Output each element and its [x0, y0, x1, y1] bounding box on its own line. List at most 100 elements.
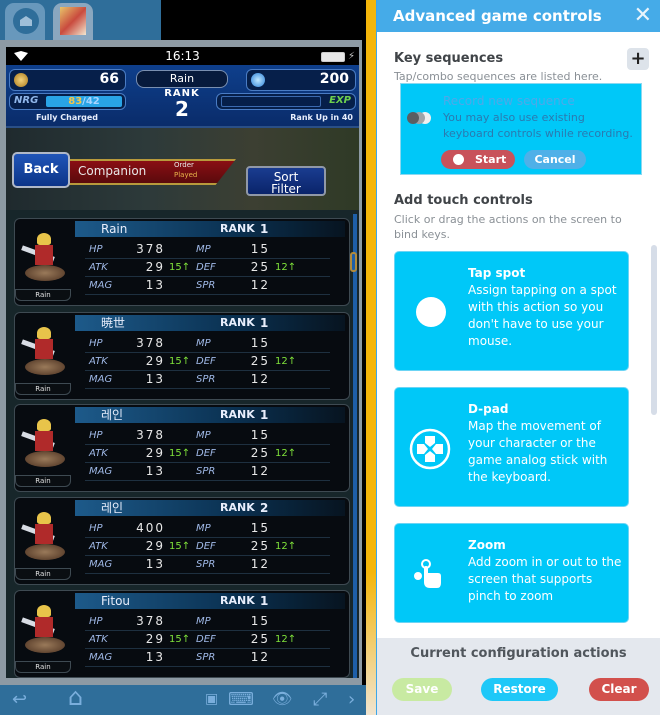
unit-name-plate: Rain	[15, 475, 71, 487]
page-title: Companion	[78, 164, 147, 178]
stat-row: MAG 13 SPR 12	[85, 649, 330, 667]
stat-label-mag: MAG	[89, 374, 113, 385]
stat-spr: 12	[250, 650, 270, 664]
dpad-control[interactable]: D-pad Map the movement of your character…	[394, 387, 629, 507]
stat-label-mag: MAG	[89, 559, 113, 570]
up-arrow-icon: ↑	[181, 356, 191, 367]
stat-label-mp: MP	[196, 338, 211, 349]
tap-spot-description: Assign tapping on a spot with this actio…	[468, 283, 617, 348]
save-button[interactable]: Save	[392, 678, 452, 701]
scroll-thumb[interactable]	[350, 252, 357, 272]
tab-game[interactable]	[53, 3, 93, 40]
stat-label-hp: HP	[89, 430, 103, 441]
add-sequence-button[interactable]: +	[627, 48, 649, 70]
toggle-control-icon[interactable]: ▣	[205, 691, 218, 707]
stat-def: 25	[250, 632, 270, 646]
stat-def: 25	[250, 446, 270, 460]
nrg-status: Fully Charged	[36, 113, 99, 122]
stat-row: HP 400 MP 15	[85, 520, 330, 538]
list-scrollbar[interactable]	[350, 214, 357, 678]
stat-def: 25	[250, 539, 270, 553]
stat-row: ATK 29 DEF 25 15↑ 12↑	[85, 538, 330, 556]
atk-bonus: 15↑	[169, 356, 191, 367]
rank-label: RANK	[220, 316, 255, 329]
up-arrow-icon: ↑	[181, 634, 191, 645]
tap-spot-control[interactable]: Tap spot Assign tapping on a spot with t…	[394, 251, 629, 371]
tab-home[interactable]	[5, 3, 45, 40]
stat-label-spr: SPR	[196, 559, 216, 570]
lapis-gem-icon	[251, 73, 265, 87]
def-bonus: 12↑	[275, 356, 297, 367]
gem-value: 200	[319, 71, 349, 87]
stat-label-mag: MAG	[89, 652, 113, 663]
stat-label-def: DEF	[196, 262, 216, 273]
energy-bar: 83/42	[46, 96, 122, 107]
up-arrow-icon: ↑	[287, 448, 297, 459]
sort-filter-button[interactable]: Sort Filter	[246, 166, 326, 196]
atk-bonus: 15↑	[169, 448, 191, 459]
companion-name-bar: 레인 RANK 2	[75, 500, 345, 516]
close-icon[interactable]: ✕	[634, 0, 652, 32]
stat-label-atk: ATK	[89, 262, 108, 273]
android-nav-bar: ↩ ⌂ ▣ ⌨ 👁 ⤢ ›	[0, 683, 366, 715]
stat-label-spr: SPR	[196, 466, 216, 477]
stat-atk: 29	[145, 260, 165, 274]
companion-card[interactable]: Rain 레인 RANK 1 HP 378 MP 15 ATK 29 DEF 25 15↑ 12↑ MAG 1…	[14, 404, 350, 492]
restore-button[interactable]: Restore	[481, 678, 558, 701]
stat-row: MAG 13 SPR 12	[85, 463, 330, 481]
back-nav-icon[interactable]: ↩	[12, 689, 27, 710]
keyboard-icon[interactable]: ⌨	[228, 689, 254, 710]
companion-list[interactable]: Rain Rain RANK 1 HP 378 MP 15 ATK 29 DEF 25 15↑ 12↑ MA…	[6, 210, 359, 678]
configuration-footer: Current configuration actions Save Resto…	[377, 638, 660, 715]
companion-card[interactable]: Rain 레인 RANK 2 HP 400 MP 15 ATK 29 DEF 25 15↑ 12↑ MAG 1…	[14, 497, 350, 585]
unit-name-plate: Rain	[15, 568, 71, 580]
stat-mag: 13	[145, 650, 165, 664]
energy-meter: NRG 83/42	[9, 93, 126, 110]
cancel-recording-button[interactable]: Cancel	[524, 150, 586, 169]
atk-bonus: 15↑	[169, 262, 191, 273]
nrg-current: 83	[68, 96, 83, 107]
companion-card[interactable]: Rain Fitou RANK 1 HP 378 MP 15 ATK 29 DEF 25 15↑ 12↑ M…	[14, 590, 350, 678]
stat-label-hp: HP	[89, 523, 103, 534]
companion-header: Companion Order Played Back Sort Filter	[6, 128, 359, 210]
def-bonus: 12↑	[275, 634, 297, 645]
fullscreen-icon[interactable]: ⤢	[313, 689, 327, 710]
battery-icon	[321, 52, 345, 62]
def-bonus: 12↑	[275, 541, 297, 552]
game-screen[interactable]: 16:13 ⚡ 66 Rain RANK 2 200 NRG 83/42 EXP…	[6, 47, 359, 678]
clear-button[interactable]: Clear	[589, 678, 649, 701]
stat-atk: 29	[145, 632, 165, 646]
panel-scrollbar[interactable]	[651, 245, 657, 415]
exp-meter: EXP	[216, 93, 356, 110]
stat-label-def: DEF	[196, 541, 216, 552]
player-name: Rain	[136, 70, 228, 88]
start-recording-button[interactable]: Start	[441, 150, 515, 169]
back-button[interactable]: Back	[12, 152, 70, 188]
rank-label: RANK	[220, 408, 255, 421]
companion-card[interactable]: Rain 暁世 RANK 1 HP 378 MP 15 ATK 29 DEF 25 15↑ 12↑ MAG 1…	[14, 312, 350, 400]
companion-name: 레인	[101, 501, 124, 515]
home-nav-icon[interactable]: ⌂	[68, 683, 83, 711]
wifi-icon	[14, 51, 28, 61]
up-arrow-icon: ↑	[287, 262, 297, 273]
stat-atk: 29	[145, 539, 165, 553]
stats-table: HP 378 MP 15 ATK 29 DEF 25 15↑ 12↑ MAG 13 SPR 12	[85, 335, 330, 389]
zoom-control[interactable]: Zoom Add zoom in or out to the screen th…	[394, 523, 629, 623]
stat-row: MAG 13 SPR 12	[85, 277, 330, 295]
stat-mag: 13	[145, 464, 165, 478]
status-bar: 16:13 ⚡	[6, 47, 359, 65]
exp-bar	[221, 96, 321, 107]
emulator-window: 16:13 ⚡ 66 Rain RANK 2 200 NRG 83/42 EXP…	[0, 0, 366, 715]
stat-row: HP 378 MP 15	[85, 427, 330, 445]
eye-icon[interactable]: 👁	[272, 689, 292, 708]
stat-spr: 12	[250, 464, 270, 478]
expand-chevron-icon[interactable]: ›	[348, 689, 355, 710]
companion-rank: 1	[260, 316, 269, 330]
stat-mp: 15	[250, 336, 270, 350]
def-bonus: 12↑	[275, 262, 297, 273]
unit-sprite	[21, 323, 69, 383]
companion-card[interactable]: Rain Rain RANK 1 HP 378 MP 15 ATK 29 DEF 25 15↑ 12↑ MA…	[14, 218, 350, 306]
stat-label-def: DEF	[196, 356, 216, 367]
clock: 16:13	[165, 49, 200, 63]
zoom-description: Add zoom in or out to the screen that su…	[468, 555, 622, 603]
